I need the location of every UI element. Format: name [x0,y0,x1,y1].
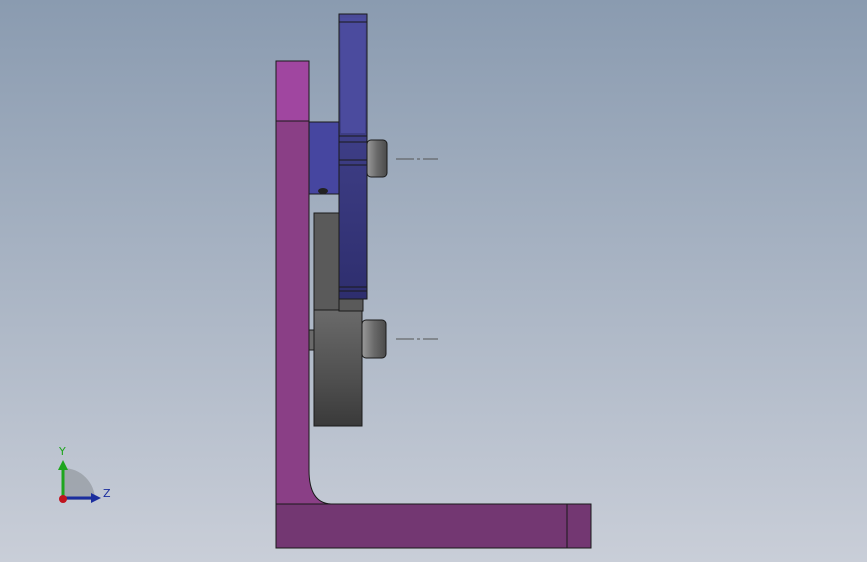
lower-bolt-head [361,319,387,359]
lower-gear [313,309,363,427]
gear-hub-assembly[interactable] [308,121,340,195]
lower-hub [313,212,340,314]
gear-hub [308,121,340,195]
y-axis-label: Y [58,445,66,458]
model-view[interactable]: Y Z [0,0,867,562]
z-axis-label: Z [103,487,111,500]
upper-bolt-head [366,139,388,178]
bracket-top-face [275,60,310,122]
set-screw [318,188,328,194]
bracket-base-plate [275,503,592,549]
upper-gear-highlight [341,18,365,133]
viewport-background [0,0,867,562]
triad-origin [59,495,67,503]
graphics-viewport[interactable]: Y Z [0,0,867,562]
lower-gear-shoulder [338,297,364,312]
